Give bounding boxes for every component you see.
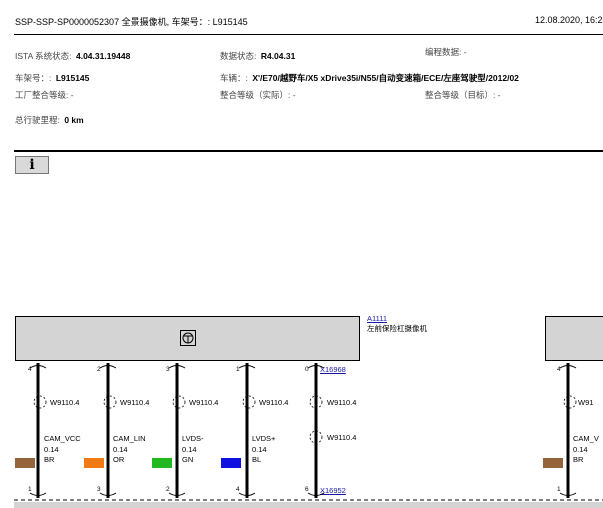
wire-label-lvds-plus: LVDS+ 0.14 BL (252, 434, 276, 464)
pin-number-bottom: 1 (557, 486, 561, 493)
wiring-diagram (14, 363, 603, 508)
wire-label-lvds-minus: LVDS- 0.14 GN (182, 434, 204, 464)
wire-color-swatch-brown-right (543, 458, 563, 468)
pin-number-top: 0 (305, 366, 309, 373)
wire-color-swatch-blue (221, 458, 241, 468)
wire-id: W9110.4 (189, 398, 219, 407)
wire-color-swatch-green (152, 458, 172, 468)
wire-color-swatch-orange (84, 458, 104, 468)
wire-label-cam-lin: CAM_LIN 0.14 OR (113, 434, 146, 464)
pin-number-bottom: 2 (166, 486, 170, 493)
wire-id: W91 (578, 398, 594, 407)
wire-id: W9110.4 (327, 433, 357, 442)
pin-number-bottom: 3 (97, 486, 101, 493)
wire-id: W9110.4 (259, 398, 289, 407)
pin-number-top: 3 (166, 366, 170, 373)
pin-number-bottom: 6 (305, 486, 309, 493)
wire-color-swatch-brown (15, 458, 35, 468)
pin-number-bottom: 4 (236, 486, 240, 493)
pin-number-top: 1 (236, 366, 240, 373)
wire-label-cam-vcc: CAM_VCC 0.14 BR (44, 434, 81, 464)
pin-number-top: 4 (28, 366, 32, 373)
wire-label-cam-vcc-right: CAM_V 0.14 BR (573, 434, 599, 464)
pin-number-top: 4 (557, 366, 561, 373)
wire-id: W9110.4 (120, 398, 150, 407)
wire-id: W9110.4 (327, 398, 357, 407)
wire-id: W9110.4 (50, 398, 80, 407)
pin-number-bottom: 1 (28, 486, 32, 493)
pin-number-top: 2 (97, 366, 101, 373)
